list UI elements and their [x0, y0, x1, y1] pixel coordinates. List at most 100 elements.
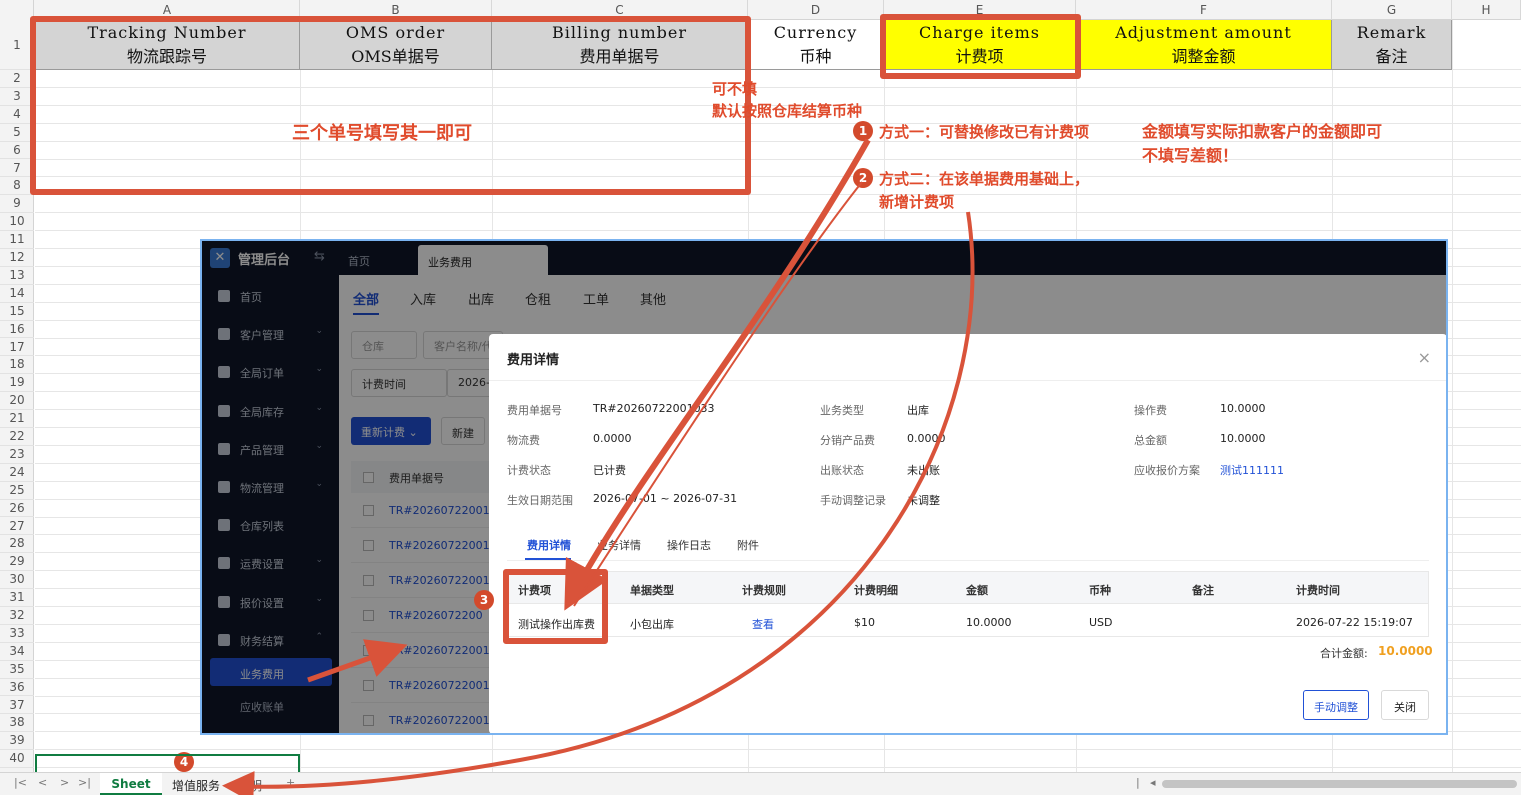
td-amount: 10.0000	[966, 616, 1012, 629]
next-sheet-nav-icon[interactable]: >	[60, 776, 69, 789]
scroll-left-icon[interactable]: ◂	[1150, 776, 1156, 789]
dialog-tab-fee-detail[interactable]: 费用详情	[527, 537, 571, 553]
row-number[interactable]: 11	[0, 231, 34, 249]
row-number[interactable]: 3	[0, 88, 34, 106]
highlight-box-charge-items	[880, 14, 1081, 79]
row-number[interactable]: 9	[0, 195, 34, 214]
row-number[interactable]: 15	[0, 303, 34, 321]
field-label-invoice-status: 出账状态	[820, 464, 864, 477]
select-all-corner[interactable]	[0, 0, 34, 20]
column-letter-f[interactable]: F	[1076, 0, 1332, 20]
row-number[interactable]: 38	[0, 714, 34, 733]
row-number[interactable]: 5	[0, 124, 34, 142]
row-number[interactable]: 25	[0, 482, 34, 500]
row-number-column: 1 2 3 4 5 6 7 8 9 10 11 12 13 14 15 16 17 18 19 20 21 22 23 24 2…	[0, 20, 34, 772]
sheet-tab-value-added[interactable]: 增值服务	[166, 773, 226, 795]
column-letter-d[interactable]: D	[748, 0, 884, 20]
annotation-method-one: 方式一：可替换修改已有计费项	[879, 123, 1090, 141]
fee-detail-dialog: 费用详情 × 费用单据号 TR#20260722001033 业务类型 出库 操…	[489, 334, 1446, 733]
header-en: Adjustment amount	[1115, 23, 1292, 42]
row-number[interactable]: 18	[0, 356, 34, 375]
annotation-amount-rule: 金额填写实际扣款客户的金额即可	[1142, 122, 1383, 141]
row-number[interactable]: 27	[0, 518, 34, 536]
field-label-date-range: 生效日期范围	[507, 494, 573, 507]
first-sheet-nav-icon[interactable]: |<	[14, 776, 27, 789]
header-cell-adjustment-amount[interactable]: Adjustment amount 调整金额	[1076, 20, 1332, 70]
row-number[interactable]: 6	[0, 142, 34, 160]
annotation-optional: 可不填	[712, 80, 758, 98]
dialog-tab-attachments[interactable]: 附件	[737, 537, 759, 553]
row-number[interactable]: 20	[0, 392, 34, 411]
sheet-tab-bar: |< < > >| Sheet 增值服务 说明 + | ◂	[0, 772, 1521, 795]
horizontal-scrollbar[interactable]	[1162, 780, 1517, 788]
annotation-one-of-three: 三个单号填写其一即可	[292, 123, 472, 144]
row-number[interactable]: 8	[0, 177, 34, 196]
active-cell-a40[interactable]	[35, 754, 300, 772]
step-badge-2: 2	[853, 168, 873, 188]
field-value-billing-status: 已计费	[593, 464, 626, 477]
dialog-tab-operation-log[interactable]: 操作日志	[667, 537, 711, 553]
row-number[interactable]: 23	[0, 446, 34, 464]
column-letter-h[interactable]: H	[1452, 0, 1521, 20]
row-number[interactable]: 31	[0, 589, 34, 607]
dialog-title: 费用详情	[507, 353, 560, 368]
row-number[interactable]: 12	[0, 249, 34, 267]
row-number[interactable]: 10	[0, 213, 34, 232]
row-number[interactable]: 29	[0, 553, 34, 572]
row-number[interactable]: 4	[0, 106, 34, 124]
row-number[interactable]: 16	[0, 321, 34, 339]
grid-row-line	[35, 749, 1521, 751]
header-cell-currency[interactable]: Currency 币种	[748, 20, 884, 70]
row-number[interactable]: 39	[0, 732, 34, 751]
view-rule-link[interactable]: 查看	[752, 616, 774, 632]
row-number[interactable]: 28	[0, 535, 34, 554]
sheet-tab-instructions[interactable]: 说明	[230, 773, 270, 795]
row-number[interactable]: 24	[0, 464, 34, 482]
row-number[interactable]: 13	[0, 267, 34, 285]
th-amount: 金额	[966, 584, 988, 597]
row-number[interactable]: 36	[0, 679, 34, 697]
row-number[interactable]: 40	[0, 750, 34, 769]
header-cell-remark[interactable]: Remark 备注	[1332, 20, 1452, 70]
row-number[interactable]: 22	[0, 428, 34, 446]
prev-sheet-nav-icon[interactable]: <	[38, 776, 47, 789]
row-number[interactable]: 1	[0, 20, 34, 70]
add-sheet-icon[interactable]: +	[286, 776, 295, 789]
manual-adjust-button[interactable]: 手动调整	[1303, 690, 1369, 720]
field-label-business-type: 业务类型	[820, 404, 864, 417]
row-number[interactable]: 17	[0, 339, 34, 357]
total-label: 合计金额:	[1320, 647, 1368, 660]
total-value: 10.0000	[1378, 644, 1433, 658]
scroll-divider-icon[interactable]: |	[1136, 776, 1140, 789]
quote-plan-link[interactable]: 测试111111	[1220, 462, 1284, 478]
row-number[interactable]: 32	[0, 607, 34, 625]
column-letter-g[interactable]: G	[1332, 0, 1452, 20]
close-icon[interactable]: ×	[1418, 348, 1431, 367]
embedded-admin-screenshot: ✕ 管理后台 ⇆ 首页 业务费用 首页 客户管理 ⌄ 全局订单 ⌄ 全局库存 ⌄ 产品管理 ⌄ 物…	[200, 239, 1448, 735]
field-label-bill-no: 费用单据号	[507, 404, 562, 417]
grid-row-line	[35, 230, 1521, 232]
field-label-adjust-record: 手动调整记录	[820, 494, 886, 507]
header-zh: 调整金额	[1171, 47, 1236, 66]
row-number[interactable]: 30	[0, 571, 34, 590]
field-label-operation-fee: 操作费	[1134, 404, 1167, 417]
dialog-tab-business-detail[interactable]: 业务详情	[597, 537, 641, 553]
row-number[interactable]: 26	[0, 500, 34, 518]
row-number[interactable]: 34	[0, 643, 34, 661]
td-time: 2026-07-22 15:19:07	[1296, 616, 1413, 629]
sheet-tab-sheet[interactable]: Sheet	[100, 773, 162, 795]
row-number[interactable]: 35	[0, 661, 34, 679]
close-button[interactable]: 关闭	[1381, 690, 1429, 720]
annotation-method-two: 方式二：在该单据费用基础上，	[879, 170, 1090, 188]
row-number[interactable]: 19	[0, 374, 34, 393]
row-number[interactable]: 7	[0, 160, 34, 178]
field-label-quote-plan: 应收报价方案	[1134, 464, 1200, 477]
row-number[interactable]: 33	[0, 625, 34, 643]
row-number[interactable]: 21	[0, 410, 34, 428]
field-label-logistics-fee: 物流费	[507, 434, 540, 447]
charge-item-table: 计费项 单据类型 计费规则 计费明细 金额 币种 备注 计费时间 测试操作出库费…	[507, 571, 1429, 637]
row-number[interactable]: 14	[0, 285, 34, 303]
last-sheet-nav-icon[interactable]: >|	[78, 776, 91, 789]
row-number[interactable]: 2	[0, 70, 34, 88]
row-number[interactable]: 37	[0, 697, 34, 715]
